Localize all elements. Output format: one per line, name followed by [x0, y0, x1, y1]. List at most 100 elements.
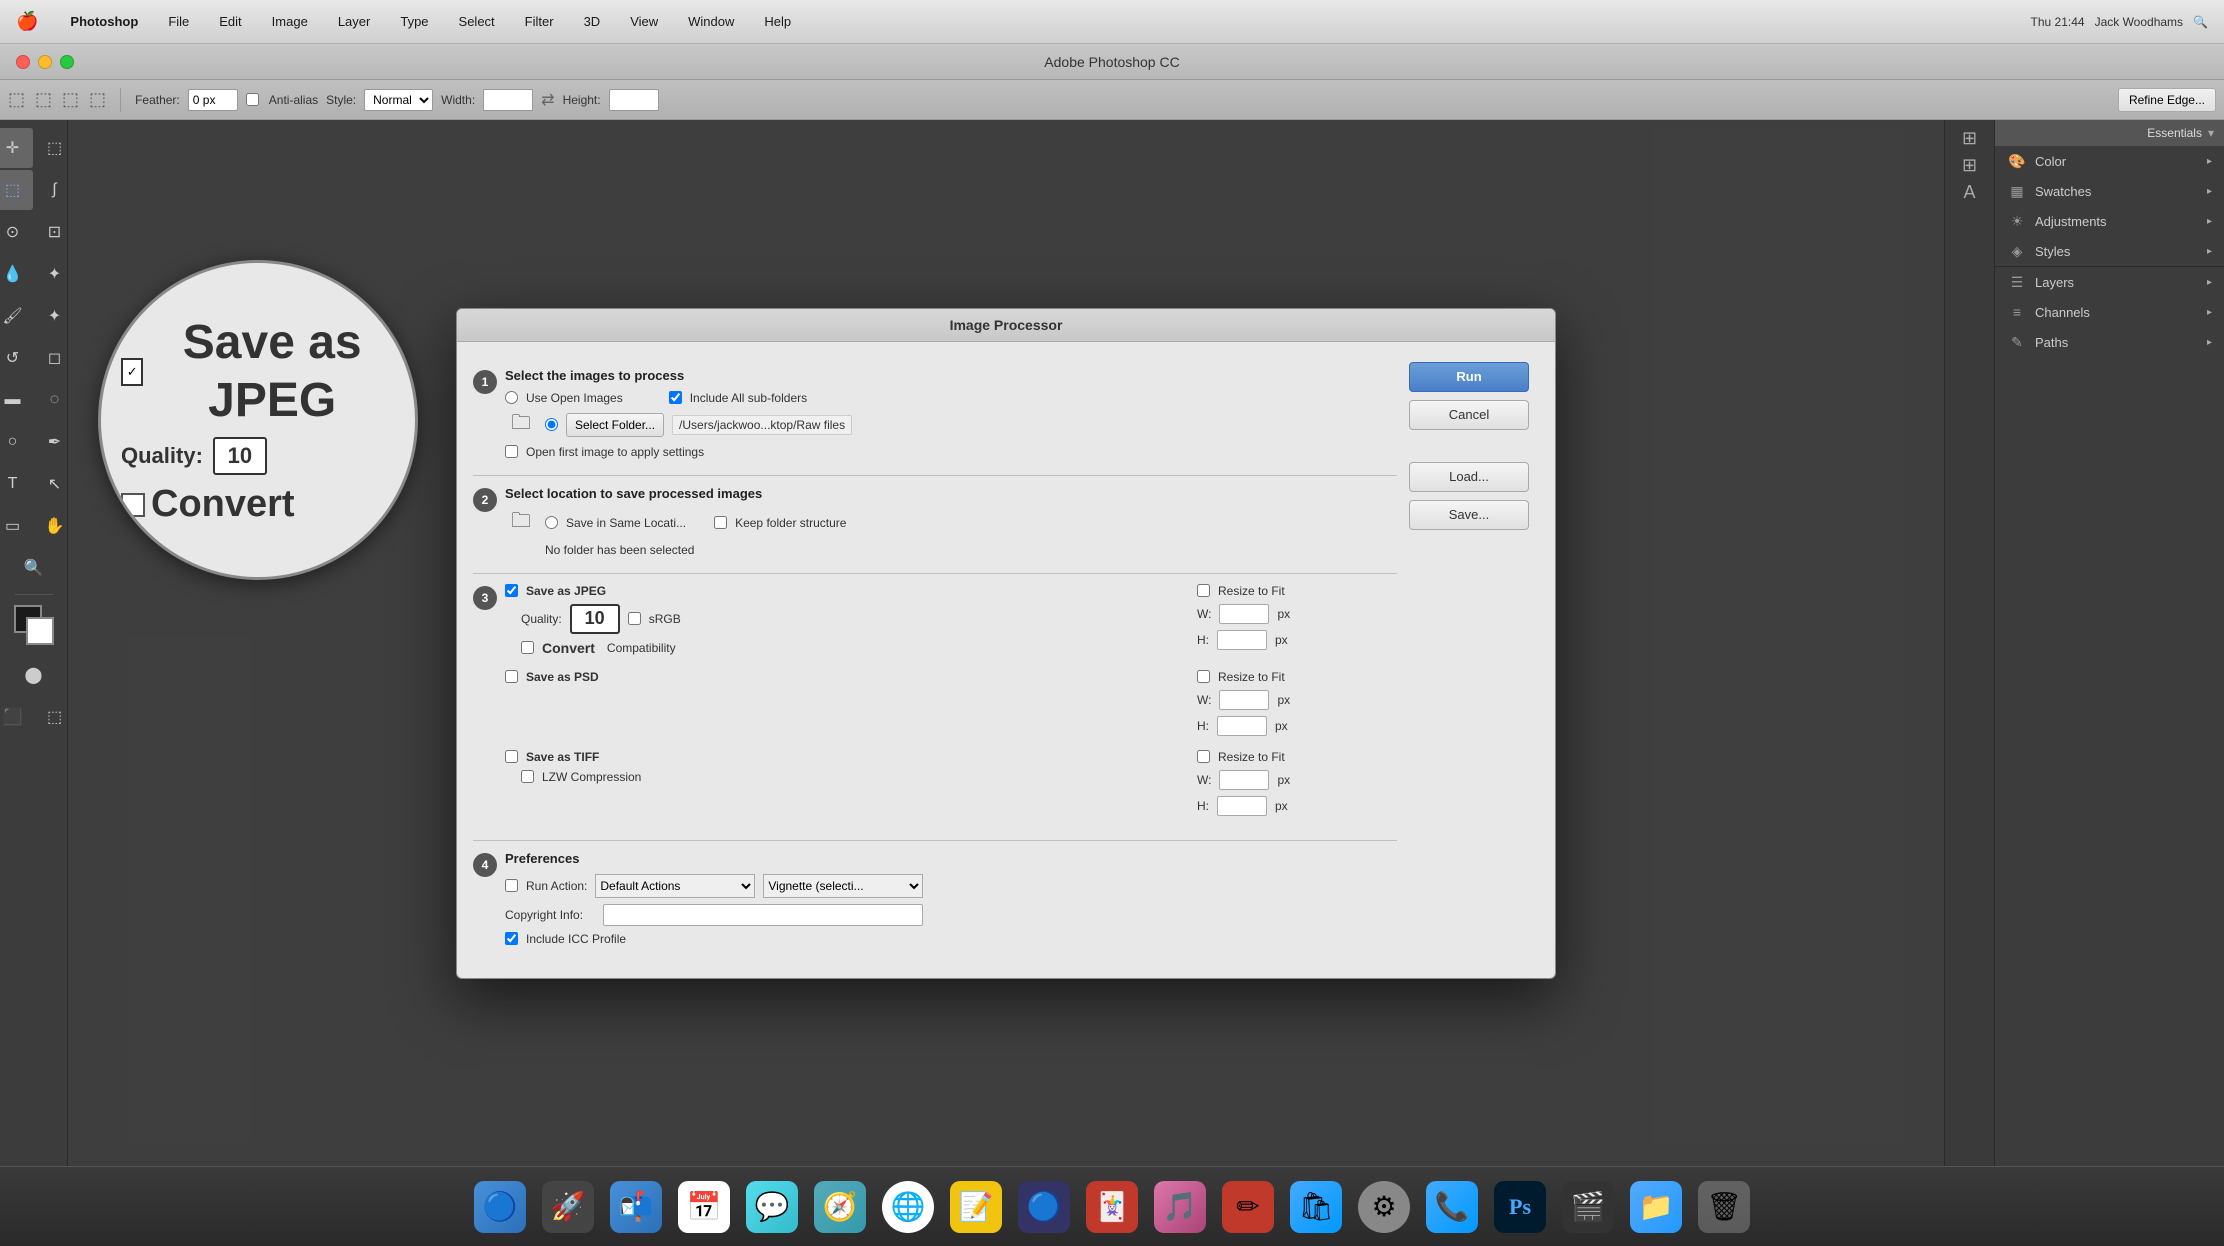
menu-type[interactable]: Type: [394, 12, 434, 31]
menu-view[interactable]: View: [624, 12, 664, 31]
dock-chrome[interactable]: 🌐: [876, 1175, 940, 1239]
menu-photoshop[interactable]: Photoshop: [64, 12, 144, 31]
menu-edit[interactable]: Edit: [213, 12, 247, 31]
right-strip-icon-3[interactable]: A: [1963, 182, 1975, 203]
dialog-buttons: Run Cancel Load... Save...: [1409, 358, 1539, 962]
menu-3d[interactable]: 3D: [578, 12, 607, 31]
dock-appstore[interactable]: 🛍: [1284, 1175, 1348, 1239]
dock-proxy[interactable]: 🔵: [1012, 1175, 1076, 1239]
dock-mail[interactable]: 📬: [604, 1175, 668, 1239]
menu-layer[interactable]: Layer: [332, 12, 377, 31]
psd-w-input[interactable]: [1219, 690, 1269, 710]
keep-folder-structure-checkbox[interactable]: [714, 516, 727, 529]
zoom-tool[interactable]: 🔍: [14, 548, 54, 588]
load-button[interactable]: Load...: [1409, 462, 1529, 492]
srgb-checkbox[interactable]: [628, 612, 641, 625]
rp-paths[interactable]: ✎ Paths ▸: [1995, 327, 2224, 357]
tiff-w-input[interactable]: [1219, 770, 1269, 790]
save-button[interactable]: Save...: [1409, 500, 1529, 530]
shape-tool[interactable]: ▭: [0, 506, 33, 546]
save-as-jpeg-checkbox[interactable]: [505, 584, 518, 597]
copyright-input[interactable]: [603, 904, 923, 926]
dock-launchpad[interactable]: 🚀: [536, 1175, 600, 1239]
resize-jpeg-checkbox[interactable]: [1197, 584, 1210, 597]
gradient-tool[interactable]: ▬: [0, 380, 33, 420]
close-button[interactable]: [16, 55, 30, 69]
save-as-tiff-checkbox[interactable]: [505, 750, 518, 763]
dock-finder[interactable]: 🔵: [468, 1175, 532, 1239]
tiff-h-input[interactable]: [1217, 796, 1267, 816]
rp-layers[interactable]: ☰ Layers ▸: [1995, 267, 2224, 297]
quick-select-tool[interactable]: ⊙: [0, 212, 33, 252]
style-select[interactable]: Normal: [364, 89, 433, 111]
dock-notes[interactable]: 📝: [944, 1175, 1008, 1239]
rp-channels[interactable]: ≡ Channels ▸: [1995, 297, 2224, 327]
jpeg-w-input[interactable]: [1219, 604, 1269, 624]
menu-help[interactable]: Help: [758, 12, 797, 31]
rp-color[interactable]: 🎨 Color ▸: [1995, 146, 2224, 176]
brush-tool[interactable]: 🖌: [0, 296, 33, 336]
dock-videoplayer[interactable]: 🎬: [1556, 1175, 1620, 1239]
height-input[interactable]: [609, 89, 659, 111]
open-first-image-checkbox[interactable]: [505, 445, 518, 458]
dock-skype[interactable]: 📞: [1420, 1175, 1484, 1239]
select-folder-button[interactable]: Select Folder...: [566, 413, 664, 437]
dock-itunes[interactable]: 🎵: [1148, 1175, 1212, 1239]
menu-filter[interactable]: Filter: [519, 12, 560, 31]
menu-search-icon[interactable]: 🔍: [2193, 15, 2208, 29]
eyedropper-tool[interactable]: 💧: [0, 254, 33, 294]
include-icc-checkbox[interactable]: [505, 932, 518, 945]
resize-tiff-checkbox[interactable]: [1197, 750, 1210, 763]
type-tool[interactable]: T: [0, 464, 33, 504]
color-swatch[interactable]: [14, 605, 54, 645]
rp-styles[interactable]: ◈ Styles ▸: [1995, 236, 2224, 266]
section-2-title: Select location to save processed images: [505, 486, 1397, 501]
quick-mask-mode[interactable]: ⬤: [14, 655, 54, 695]
antialias-checkbox[interactable]: [246, 93, 259, 106]
maximize-button[interactable]: [60, 55, 74, 69]
rp-swatches[interactable]: ▦ Swatches ▸: [1995, 176, 2224, 206]
move-tool[interactable]: ✛: [0, 128, 33, 168]
save-as-psd-checkbox[interactable]: [505, 670, 518, 683]
psd-h-input[interactable]: [1217, 716, 1267, 736]
history-brush-tool[interactable]: ↺: [0, 338, 33, 378]
use-open-images-radio[interactable]: [505, 391, 518, 404]
right-strip-icon-1[interactable]: ⊞: [1962, 128, 1977, 149]
dodge-tool[interactable]: ○: [0, 422, 33, 462]
save-same-location-radio[interactable]: [545, 516, 558, 529]
rp-adjustments[interactable]: ☀ Adjustments ▸: [1995, 206, 2224, 236]
apple-menu[interactable]: 🍎: [16, 11, 38, 32]
dock-safari[interactable]: 🧭: [808, 1175, 872, 1239]
feather-input[interactable]: [188, 89, 238, 111]
run-button[interactable]: Run: [1409, 362, 1529, 392]
minimize-button[interactable]: [38, 55, 52, 69]
include-subfolders-checkbox[interactable]: [669, 391, 682, 404]
menu-window[interactable]: Window: [682, 12, 740, 31]
menu-select[interactable]: Select: [453, 12, 501, 31]
dock-calendar[interactable]: 📅: [672, 1175, 736, 1239]
rectangular-marquee-tool[interactable]: ⬚: [0, 170, 33, 210]
convert-checkbox[interactable]: [521, 641, 534, 654]
dock-messages[interactable]: 💬: [740, 1175, 804, 1239]
jpeg-h-input[interactable]: [1217, 630, 1267, 650]
width-input[interactable]: [483, 89, 533, 111]
menu-image[interactable]: Image: [266, 12, 314, 31]
dock-sysprefs[interactable]: ⚙: [1352, 1175, 1416, 1239]
dock-folder[interactable]: 📁: [1624, 1175, 1688, 1239]
right-strip-icon-2[interactable]: ⊞: [1962, 155, 1977, 176]
action-option-select[interactable]: Vignette (selecti...: [763, 874, 923, 898]
lzw-checkbox[interactable]: [521, 770, 534, 783]
refine-edge-button[interactable]: Refine Edge...: [2118, 88, 2216, 112]
dock-trash[interactable]: 🗑: [1692, 1175, 1756, 1239]
dock-poker[interactable]: 🃏: [1080, 1175, 1144, 1239]
select-folder-radio[interactable]: [545, 418, 558, 431]
screen-mode[interactable]: ⬛: [0, 697, 33, 737]
background-color[interactable]: [26, 617, 54, 645]
menu-file[interactable]: File: [162, 12, 195, 31]
dock-vectorize[interactable]: ✏: [1216, 1175, 1280, 1239]
resize-psd-checkbox[interactable]: [1197, 670, 1210, 683]
cancel-button[interactable]: Cancel: [1409, 400, 1529, 430]
action-select[interactable]: Default Actions: [595, 874, 755, 898]
dock-photoshop[interactable]: Ps: [1488, 1175, 1552, 1239]
run-action-checkbox[interactable]: [505, 879, 518, 892]
